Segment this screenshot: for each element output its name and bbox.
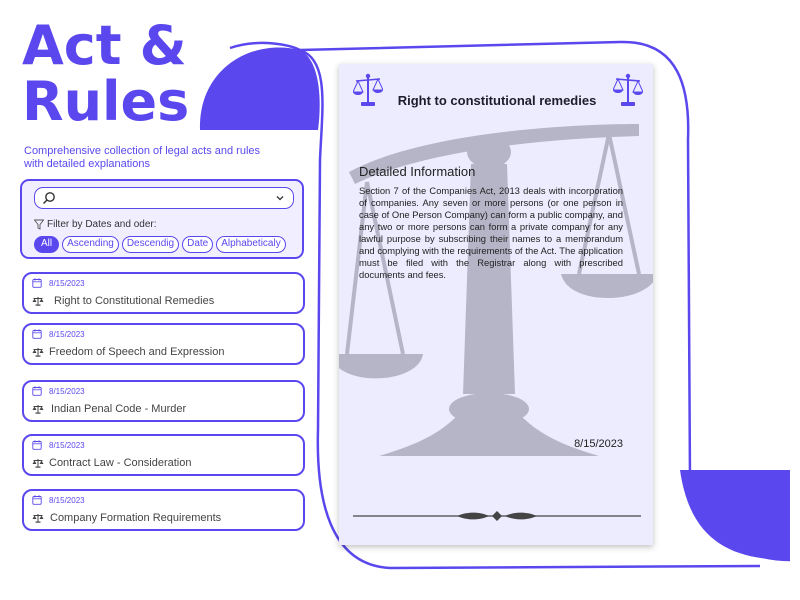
item-name-row: Right to Constitutional Remedies — [32, 295, 214, 307]
filter-label: Filter by Dates and oder: — [47, 219, 157, 230]
chip-all[interactable]: All — [34, 236, 60, 253]
scale-icon — [32, 459, 44, 468]
scale-icon — [32, 405, 44, 414]
detail-body: Section 7 of the Companies Act, 2013 dea… — [359, 185, 623, 280]
app-subtitle: Comprehensive collection of legal acts a… — [24, 145, 261, 170]
title-ampersand: & — [139, 14, 187, 77]
list-item[interactable]: 8/15/2023 Contract Law - Consideration — [22, 434, 305, 476]
calendar-icon — [32, 329, 42, 339]
search-icon — [42, 192, 55, 205]
calendar-icon — [32, 440, 42, 450]
filter-chips: All Ascending Descendig Date Alphabetica… — [34, 236, 286, 253]
list-item[interactable]: 8/15/2023 Company Formation Requirements — [22, 489, 305, 531]
item-date: 8/15/2023 — [49, 495, 85, 505]
filter-row: Filter by Dates and oder: — [34, 219, 157, 230]
item-date-row: 8/15/2023 — [32, 278, 85, 288]
item-date: 8/15/2023 — [49, 440, 85, 450]
filter-icon — [34, 219, 44, 230]
item-date: 8/15/2023 — [49, 329, 85, 339]
item-date-row: 8/15/2023 — [32, 386, 85, 396]
title-word-rules: Rules — [22, 70, 190, 133]
item-name-row: Indian Penal Code - Murder — [32, 403, 186, 415]
search-box[interactable] — [34, 187, 294, 209]
calendar-icon — [32, 278, 42, 288]
chip-alphabetically[interactable]: Alphabeticaly — [216, 236, 286, 253]
scale-watermark-icon — [339, 124, 653, 456]
item-date-row: 8/15/2023 — [32, 440, 85, 450]
item-name: Indian Penal Code - Murder — [51, 403, 187, 415]
item-name: Contract Law - Consideration — [49, 457, 192, 469]
search-filter-panel: Filter by Dates and oder: All Ascending … — [20, 179, 304, 259]
chip-date[interactable]: Date — [182, 236, 214, 253]
item-name: Right to Constitutional Remedies — [54, 295, 215, 307]
item-name-row: Contract Law - Consideration — [32, 457, 191, 469]
detail-heading: Detailed Information — [359, 164, 476, 179]
item-name-row: Freedom of Speech and Expression — [32, 346, 225, 358]
detail-title: Right to constitutional remedies — [397, 93, 597, 108]
scale-icon — [32, 348, 44, 357]
search-input[interactable] — [61, 190, 271, 206]
chip-ascending[interactable]: Ascending — [62, 236, 119, 253]
item-date: 8/15/2023 — [49, 386, 85, 396]
item-date-row: 8/15/2023 — [32, 495, 85, 505]
item-name: Company Formation Requirements — [50, 512, 222, 524]
scale-icon — [613, 73, 643, 106]
app-title: Act & Rules — [22, 18, 189, 130]
item-date: 8/15/2023 — [49, 278, 85, 288]
item-name-row: Company Formation Requirements — [32, 512, 221, 524]
list-item[interactable]: 8/15/2023 Freedom of Speech and Expressi… — [22, 323, 305, 365]
item-date-row: 8/15/2023 — [32, 329, 85, 339]
list-item[interactable]: 8/15/2023 Right to Constitutional Remedi… — [22, 272, 305, 314]
ornament-divider — [353, 511, 641, 521]
calendar-icon — [32, 495, 42, 505]
detail-date: 8/15/2023 — [574, 438, 623, 450]
detail-card: Right to constitutional remedies Detaile… — [339, 64, 653, 545]
item-name: Freedom of Speech and Expression — [49, 346, 225, 358]
calendar-icon — [32, 386, 42, 396]
chip-descending[interactable]: Descendig — [121, 236, 180, 253]
chevron-down-icon[interactable] — [275, 193, 285, 203]
list-item[interactable]: 8/15/2023 Indian Penal Code - Murder — [22, 380, 305, 422]
title-word-act: Act — [22, 14, 122, 77]
scale-icon — [32, 297, 44, 306]
scale-icon — [32, 514, 44, 523]
